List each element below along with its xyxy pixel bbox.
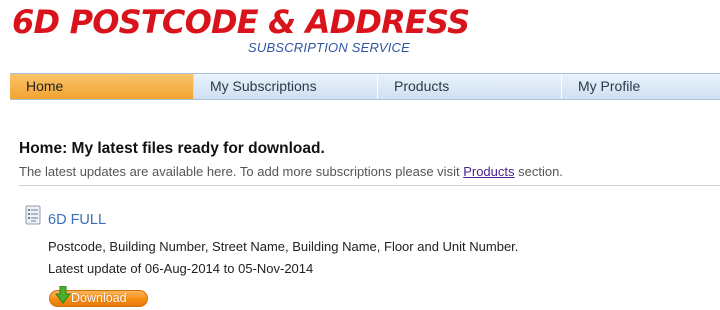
subscription-description: Postcode, Building Number, Street Name, … [48,239,519,254]
download-button[interactable]: Download [49,286,148,307]
page-intro: The latest updates are available here. T… [19,163,563,180]
subscription-title[interactable]: 6D FULL [48,211,106,229]
tab-products[interactable]: Products [378,74,562,99]
tab-home[interactable]: Home [10,74,194,99]
main-navigation: Home My Subscriptions Products My Profil… [10,73,720,100]
logo-title: 6D POSTCODE & ADDRESS [12,3,470,41]
page-title: Home: My latest files ready for download… [19,140,325,157]
section-divider [19,185,720,186]
site-logo[interactable]: 6D POSTCODE & ADDRESS SUBSCRIPTION SERVI… [12,2,470,62]
products-link[interactable]: Products [463,164,514,179]
intro-text-after: section. [514,164,563,179]
intro-text-before: The latest updates are available here. T… [19,164,464,179]
subscription-update-range: Latest update of 06-Aug-2014 to 05-Nov-2… [48,261,314,276]
tab-my-profile[interactable]: My Profile [562,74,720,99]
tab-my-subscriptions[interactable]: My Subscriptions [194,74,378,99]
document-list-icon [25,205,41,225]
logo-subtitle: SUBSCRIPTION SERVICE [248,40,410,55]
download-arrow-icon [55,286,71,304]
download-label: Download [71,291,127,305]
